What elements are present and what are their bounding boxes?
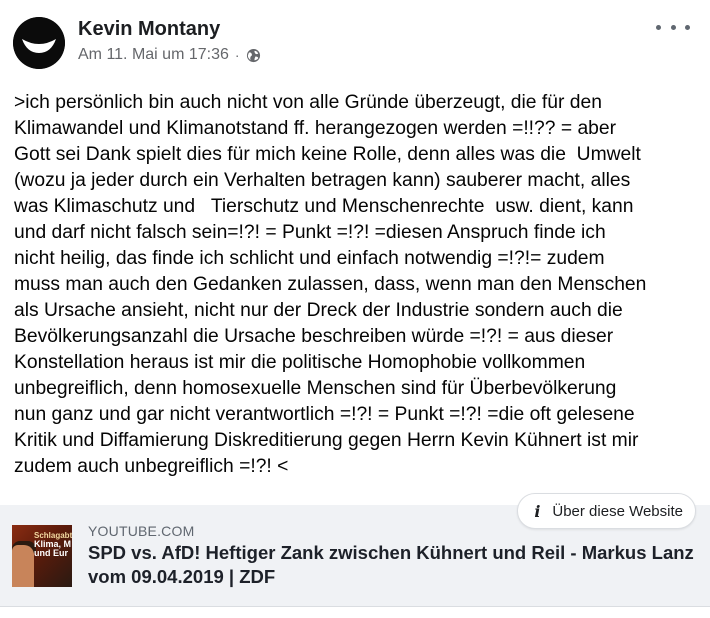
- about-website-button[interactable]: i Über diese Website: [517, 493, 696, 529]
- avatar-logo-icon: [13, 17, 65, 69]
- info-icon: i: [534, 501, 541, 521]
- link-title[interactable]: SPD vs. AfD! Heftiger Zank zwischen Kühn…: [88, 541, 698, 589]
- post-header: Kevin Montany Am 11. Mai um 17:36 ·: [0, 0, 710, 80]
- post-text: >ich persönlich bin auch nicht von alle …: [14, 92, 647, 477]
- author-name[interactable]: Kevin Montany: [78, 18, 220, 41]
- more-options-icon[interactable]: [656, 16, 690, 38]
- post-timestamp[interactable]: Am 11. Mai um 17:36: [78, 46, 229, 64]
- link-site-name: YOUTUBE.COM: [88, 523, 195, 539]
- thumbnail-caption: Schlagabtausch Klima, M und Eur: [34, 531, 72, 558]
- post-meta: Am 11. Mai um 17:36 ·: [78, 46, 261, 64]
- avatar[interactable]: [13, 17, 65, 69]
- about-website-label: Über diese Website: [552, 502, 683, 520]
- link-thumbnail[interactable]: Schlagabtausch Klima, M und Eur: [12, 525, 72, 587]
- meta-separator: ·: [234, 47, 240, 63]
- globe-icon[interactable]: [246, 48, 261, 63]
